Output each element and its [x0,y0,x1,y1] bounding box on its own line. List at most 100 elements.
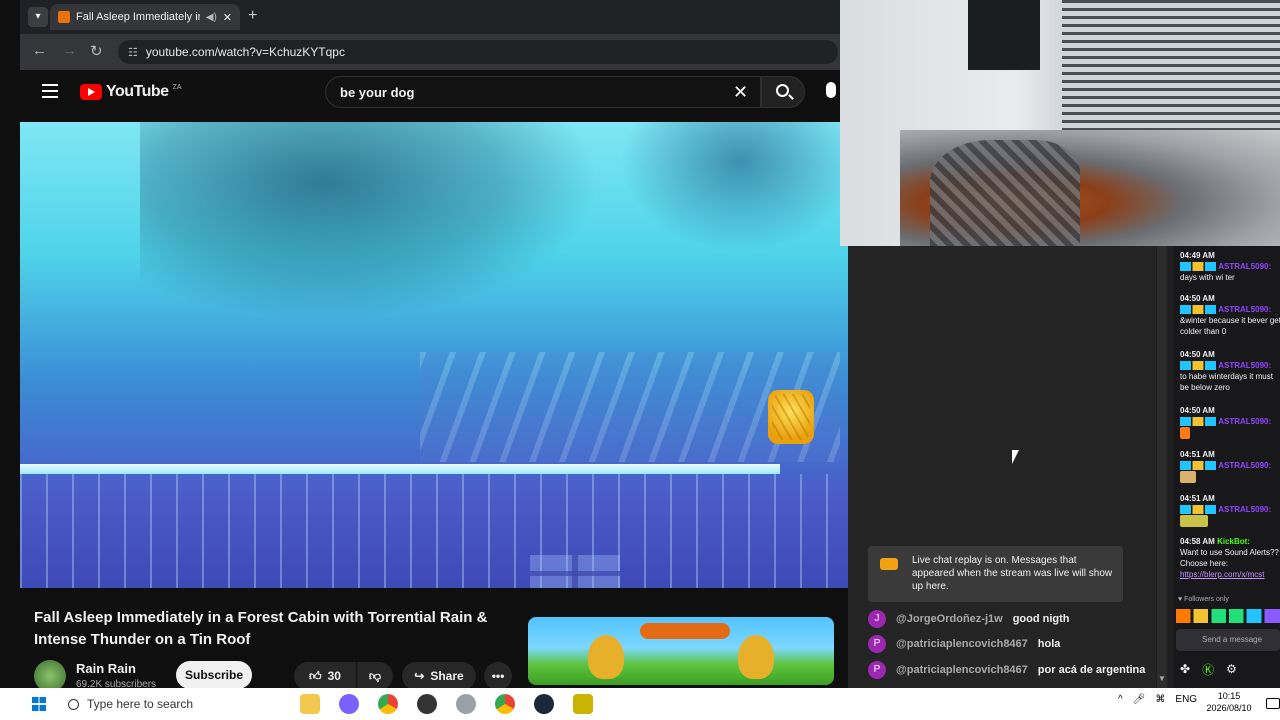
copilot-icon[interactable] [339,694,359,714]
video-foliage [140,122,600,322]
clock-date: 2026/08/10 [1206,703,1252,713]
emote-icon [1180,427,1190,439]
site-info-icon[interactable]: ☷ [128,46,138,59]
message-user[interactable]: ASTRAL5090: [1218,505,1271,514]
chrome-icon[interactable] [378,694,398,714]
dislike-button[interactable]: 👎︎ [357,662,393,690]
search-icon [776,84,789,97]
taskbar-search[interactable]: Type here to search [56,690,286,718]
clear-search-icon[interactable]: ✕ [733,82,748,103]
windows-start-icon[interactable] [32,697,46,711]
send-message-input[interactable]: Send a message [1176,629,1280,651]
microphone-tray-icon[interactable]: 🎤︎ [1133,694,1146,705]
game-icon[interactable] [573,694,593,714]
youtube-logo-text: YouTube [106,83,169,100]
file-explorer-icon[interactable] [300,694,320,714]
webcam-overlay [840,0,1280,246]
more-actions-button[interactable]: ••• [484,662,512,690]
message-text: to habe winterdays it must be below zero [1180,372,1273,392]
language-indicator[interactable]: ENG [1175,694,1197,705]
chocolate-bunny-image [738,635,774,679]
microphone-icon[interactable] [826,82,836,98]
youtube-logo[interactable]: YouTube ZA [80,83,182,101]
search-input[interactable]: be your dog [325,76,761,108]
message-time: 04:50 AM [1180,350,1215,359]
reload-icon[interactable]: ↻ [90,42,103,60]
share-label: Share [430,669,464,683]
browser-tab[interactable]: Fall Asleep Immediately in a ◀) ✕ [50,4,240,30]
url-field[interactable]: ☷ youtube.com/watch?v=KchuzKYTqpc [118,40,838,64]
system-tray: ^ 🎤︎ ⌘ ENG [1118,694,1197,705]
scroll-down-icon[interactable]: ▼ [1158,674,1166,683]
chat-avatar[interactable]: J [868,610,886,628]
chat-avatar[interactable]: P [868,635,886,653]
forward-arrow-icon[interactable]: → [62,42,77,59]
video-cabin-window [530,555,620,588]
kick-icon[interactable]: Ⓚ [1202,661,1214,678]
tab-search-button[interactable]: ▾ [28,7,48,27]
chat-avatar[interactable]: P [868,661,886,679]
chevron-up-icon[interactable]: ^ [1118,694,1123,705]
message-text: Want to use Sound Alerts?? Choose here: [1180,548,1279,568]
video-title: Fall Asleep Immediately in a Forest Cabi… [34,609,488,648]
settings-gear-icon[interactable]: ⚙ [1226,662,1237,676]
taskbar-clock[interactable]: 10:15 2026/08/10 [1200,690,1258,714]
more-dots-icon: ••• [491,669,505,683]
chat-scrollbar[interactable]: ▼ [1157,246,1167,688]
close-tab-icon[interactable]: ✕ [223,11,232,24]
message-user[interactable]: KickBot: [1217,537,1250,546]
ad-banner[interactable] [528,617,834,685]
user-badges-icon [1180,305,1216,315]
subscribe-button[interactable]: Subscribe [176,661,252,689]
back-arrow-icon[interactable]: ← [32,42,47,59]
channel-name[interactable]: Rain Rain [76,661,136,676]
user-badges-icon [1180,417,1216,427]
country-code: ZA [172,83,182,91]
chat-author[interactable]: @patriciaplencovich8467 [896,664,1028,676]
webcam-blanket [930,140,1080,246]
message-user[interactable]: ASTRAL5090: [1218,361,1271,370]
speaker-icon[interactable]: ◀) [206,12,217,23]
thumbs-down-icon: 👎︎ [368,668,382,683]
share-arrow-icon: ↪ [414,669,425,683]
share-button[interactable]: ↪ Share [402,662,476,690]
emote-row[interactable] [1176,609,1280,623]
video-rain [20,474,848,588]
stream-chat-message: 04:58 AM KickBot: Want to use Sound Aler… [1180,536,1280,580]
emote-icon [1180,471,1196,483]
chat-message: P @patriciaplencovich8467 hola [868,634,1060,654]
search-button[interactable] [761,76,805,108]
replay-icon [880,558,898,570]
search-icon [68,698,79,710]
clock-time: 10:15 [1217,691,1241,701]
chat-author[interactable]: @JorgeOrdoñez-j1w [896,613,1003,625]
like-button[interactable]: 👍︎ 30 [294,662,356,690]
chat-text: hola [1037,638,1061,650]
user-badges-icon [1180,461,1216,471]
followers-only-text: Followers only [1184,596,1229,603]
notifications-icon[interactable] [1266,698,1280,709]
youtube-favicon-icon [58,11,70,23]
app-icon[interactable] [456,694,476,714]
stream-chat-message: 04:51 AM ASTRAL5090: [1180,449,1280,483]
stream-chat-message: 04:51 AM ASTRAL5090: [1180,493,1280,527]
message-link[interactable]: https://blerp.com/x/mcst [1180,569,1280,580]
obs-icon[interactable] [417,694,437,714]
message-user[interactable]: ASTRAL5090: [1218,262,1271,271]
new-tab-button[interactable]: + [248,7,257,25]
message-user[interactable]: ASTRAL5090: [1218,461,1271,470]
message-text: &winter because it bever get colder than… [1180,316,1280,336]
video-player[interactable] [20,122,848,588]
menu-icon[interactable] [42,84,58,98]
network-icon[interactable]: ⌘ [1155,694,1165,705]
chrome-profile-icon[interactable] [495,694,515,714]
message-user[interactable]: ASTRAL5090: [1218,305,1271,314]
chat-author[interactable]: @patriciaplencovich8467 [896,638,1028,650]
steam-icon[interactable] [534,694,554,714]
message-user[interactable]: ASTRAL5090: [1218,417,1271,426]
webcam-tv [968,0,1040,70]
points-icon[interactable]: ✤ [1180,662,1190,676]
chocolate-bunny-image [588,635,624,679]
user-badges-icon [1180,262,1216,272]
stream-chat-message: 04:49 AM ASTRAL5090: days with wi ter [1180,250,1280,283]
